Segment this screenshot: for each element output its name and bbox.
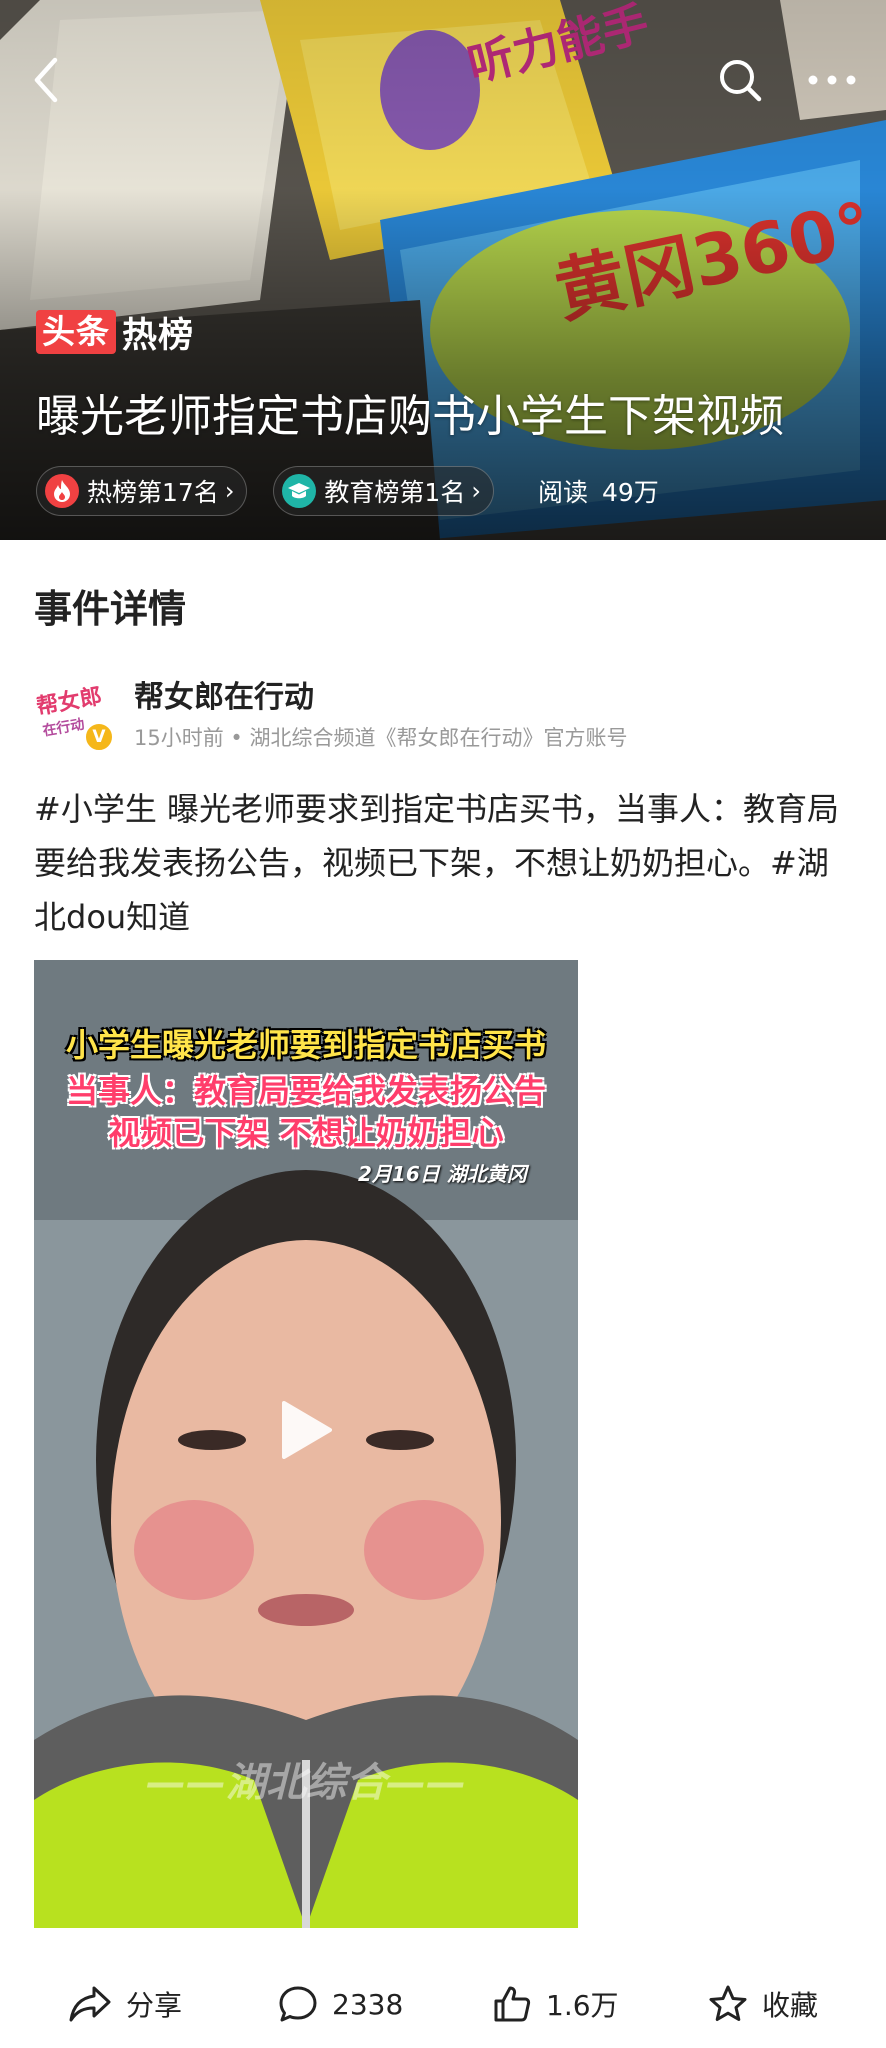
share-button[interactable]: 分享 <box>68 1976 182 2032</box>
thumbs-up-icon <box>494 1986 531 2022</box>
video-watermark: ——湖北综合—— <box>146 1760 466 1806</box>
like-count: 1.6万 <box>546 1989 619 2022</box>
comment-icon <box>279 1986 317 2022</box>
back-button[interactable] <box>22 52 70 108</box>
back-arrow-icon <box>34 57 58 103</box>
chevron-right-icon: › <box>471 477 481 505</box>
hot-rank-chip[interactable]: 热榜第17名 › <box>36 466 248 516</box>
flame-icon <box>45 474 79 508</box>
video-caption-line1: 小学生曝光老师要到指定书店买书 <box>65 1026 546 1064</box>
hot-rank-label: 热榜第17名 <box>87 478 219 507</box>
read-count-value: 49万 <box>601 478 659 507</box>
search-button[interactable] <box>712 52 768 108</box>
author-name[interactable]: 帮女郎在行动 <box>134 672 314 716</box>
chevron-right-icon: › <box>224 477 235 505</box>
star-icon <box>709 1985 747 2021</box>
education-rank-chip[interactable]: 教育榜第1名 › <box>273 466 494 516</box>
hashtag-link[interactable]: #小学生 <box>34 790 157 828</box>
play-icon <box>282 1401 332 1459</box>
verified-badge: V <box>84 722 114 752</box>
share-label: 分享 <box>126 1989 183 2022</box>
bottom-action-bar: 分享 2338 1.6万 收藏 <box>0 1960 886 2048</box>
brand-box-text: 头条 <box>36 310 116 354</box>
post-text: #小学生 曝光老师要求到指定书店买书，当事人：教育局要给我发表扬公告，视频已下架… <box>34 782 854 944</box>
more-options-button[interactable] <box>800 52 864 108</box>
share-icon <box>69 1986 111 2022</box>
video-caption-line3: 视频已下架 不想让奶奶担心 <box>108 1114 504 1152</box>
collect-button[interactable]: 收藏 <box>708 1976 818 2032</box>
video-player[interactable]: 小学生曝光老师要到指定书店买书 当事人：教育局要给我发表扬公告 视频已下架 不想… <box>34 960 578 1928</box>
ranking-chips: 热榜第17名 › 教育榜第1名 › 阅读 49万 <box>36 466 659 516</box>
hero-banner: 黄冈360° 听力能手 头条 热榜 曝光老师指定书店购书小学生下架视频 <box>0 0 886 540</box>
read-label: 阅读 <box>537 478 588 507</box>
play-button[interactable] <box>270 1394 342 1466</box>
toutiao-hot-list-logo: 头条 热榜 <box>36 308 194 356</box>
education-rank-label: 教育榜第1名 <box>324 478 466 507</box>
author-meta: 15小时前 • 湖北综合频道《帮女郎在行动》官方账号 <box>134 726 628 750</box>
page-title: 曝光老师指定书店购书小学生下架视频 <box>36 391 784 442</box>
search-icon <box>720 60 762 102</box>
education-cap-icon <box>282 474 317 508</box>
brand-text: 热榜 <box>122 315 195 356</box>
read-count: 阅读 49万 <box>538 473 659 509</box>
collect-label: 收藏 <box>762 1989 819 2022</box>
author-row: 帮女郎 在行动 V 帮女郎在行动 15小时前 • 湖北综合频道《帮女郎在行动》官… <box>34 672 854 752</box>
comment-count: 2338 <box>332 1987 404 2021</box>
video-caption-line2: 当事人：教育局要给我发表扬公告 <box>65 1072 546 1110</box>
section-title: 事件详情 <box>34 587 187 631</box>
like-button[interactable]: 1.6万 <box>492 1976 619 2032</box>
video-date-location: 2月16日 湖北黄冈 <box>358 1162 527 1186</box>
more-icon <box>808 75 856 85</box>
comment-button[interactable]: 2338 <box>278 1976 403 2032</box>
